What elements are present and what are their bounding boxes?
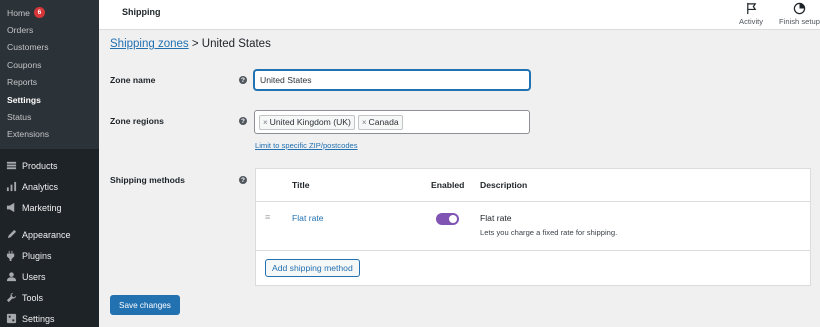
- sidebar-item-label: Products: [22, 160, 58, 171]
- sidebar-item-marketing[interactable]: Marketing: [0, 197, 99, 218]
- zone-name-input[interactable]: [254, 70, 530, 90]
- sidebar-item-label: Tools: [22, 292, 44, 303]
- remove-region-icon[interactable]: ×: [362, 118, 367, 127]
- shipping-methods-label: Shipping methods: [110, 175, 185, 185]
- sidebar-item-appearance[interactable]: Appearance: [0, 224, 99, 245]
- top-header: Shipping Activity Finish setup: [99, 0, 820, 30]
- plugins-icon: [6, 251, 15, 262]
- notification-badge: 6: [33, 7, 45, 19]
- sidebar-item-label: Appearance: [22, 229, 71, 240]
- method-title-link[interactable]: Flat rate: [292, 213, 324, 223]
- finish-setup-label: Finish setup: [779, 17, 820, 26]
- activity-button[interactable]: Activity: [739, 2, 763, 26]
- column-header-enabled: Enabled: [431, 180, 465, 190]
- sidebar-item-customers[interactable]: Customers: [0, 39, 99, 56]
- sidebar-item-label: Coupons: [7, 59, 42, 70]
- toggle-knob: [449, 215, 457, 223]
- page-header-title: Shipping: [122, 7, 161, 17]
- help-icon[interactable]: ?: [239, 117, 247, 125]
- breadcrumb-separator: >: [191, 38, 199, 50]
- method-description-text: Lets you charge a fixed rate for shippin…: [480, 228, 618, 237]
- region-chip-label: Canada: [368, 117, 399, 127]
- analytics-icon: [6, 182, 17, 192]
- sidebar-item-label: Status: [7, 112, 32, 123]
- progress-ring-icon: [793, 2, 806, 15]
- sidebar-item-label: Settings: [22, 313, 55, 324]
- sidebar-item-label: Users: [22, 271, 46, 282]
- sidebar-item-products[interactable]: Products: [0, 155, 99, 176]
- help-icon[interactable]: ?: [239, 76, 247, 84]
- flag-icon: [746, 2, 756, 15]
- sidebar-item-label: Home: [7, 7, 30, 18]
- admin-sidebar: Home 6 Orders Customers Coupons Reports …: [0, 0, 99, 327]
- region-chip: × Canada: [357, 114, 403, 130]
- zone-regions-select[interactable]: × United Kingdom (UK) × Canada: [254, 110, 530, 134]
- sidebar-item-reports[interactable]: Reports: [0, 74, 99, 91]
- sidebar-item-label: Extensions: [7, 129, 50, 140]
- sidebar-item-settings-active[interactable]: Settings: [0, 91, 99, 108]
- shipping-methods-table: Title Enabled Description ≡ Flat rate Fl…: [255, 168, 811, 286]
- sidebar-item-label: Plugins: [22, 250, 52, 261]
- finish-setup-button[interactable]: Finish setup: [779, 2, 820, 26]
- header-divider: [256, 201, 810, 202]
- products-icon: [6, 161, 17, 170]
- users-icon: [6, 272, 17, 282]
- sidebar-item-label: Analytics: [22, 181, 59, 192]
- activity-label: Activity: [739, 17, 764, 26]
- appearance-icon: [7, 230, 17, 239]
- remove-region-icon[interactable]: ×: [263, 118, 268, 127]
- sidebar-item-label: Marketing: [22, 202, 62, 213]
- breadcrumb-current: United States: [201, 38, 271, 50]
- sidebar-item-extensions[interactable]: Extensions: [0, 126, 99, 143]
- breadcrumb: Shipping zones > United States: [110, 38, 271, 50]
- marketing-icon: [6, 203, 15, 213]
- sidebar-item-analytics[interactable]: Analytics: [0, 176, 99, 197]
- sidebar-item-home[interactable]: Home 6: [0, 4, 99, 21]
- zone-regions-label: Zone regions: [110, 116, 164, 126]
- sidebar-item-tools[interactable]: Tools: [0, 287, 99, 308]
- sidebar-item-coupons[interactable]: Coupons: [0, 56, 99, 73]
- column-header-title: Title: [292, 180, 310, 190]
- sidebar-item-settings[interactable]: Settings: [0, 308, 99, 327]
- sidebar-item-label: Customers: [7, 42, 49, 53]
- method-description-title: Flat rate: [480, 213, 512, 223]
- sidebar-item-label: Reports: [7, 77, 38, 88]
- row-divider: [256, 250, 810, 251]
- sidebar-item-label: Settings: [7, 94, 41, 105]
- save-changes-button[interactable]: Save changes: [110, 295, 180, 315]
- region-chip: × United Kingdom (UK): [259, 114, 355, 130]
- sidebar-item-status[interactable]: Status: [0, 108, 99, 125]
- sidebar-item-orders[interactable]: Orders: [0, 21, 99, 38]
- sidebar-item-users[interactable]: Users: [0, 266, 99, 287]
- sidebar-item-label: Orders: [7, 25, 34, 36]
- region-chip-label: United Kingdom (UK): [269, 117, 351, 127]
- drag-handle-icon[interactable]: ≡: [265, 212, 270, 222]
- breadcrumb-link-shipping-zones[interactable]: Shipping zones: [110, 38, 189, 50]
- column-header-description: Description: [480, 180, 528, 190]
- zone-name-label: Zone name: [110, 75, 156, 85]
- limit-postcodes-link[interactable]: Limit to specific ZIP/postcodes: [255, 141, 358, 150]
- woocommerce-submenu: Home 6 Orders Customers Coupons Reports …: [0, 0, 99, 150]
- tools-icon: [6, 293, 17, 303]
- add-shipping-method-button[interactable]: Add shipping method: [265, 259, 360, 277]
- method-enabled-toggle[interactable]: [436, 213, 459, 225]
- settings-icon: [6, 314, 17, 324]
- sidebar-item-plugins[interactable]: Plugins: [0, 245, 99, 266]
- help-icon[interactable]: ?: [239, 176, 247, 184]
